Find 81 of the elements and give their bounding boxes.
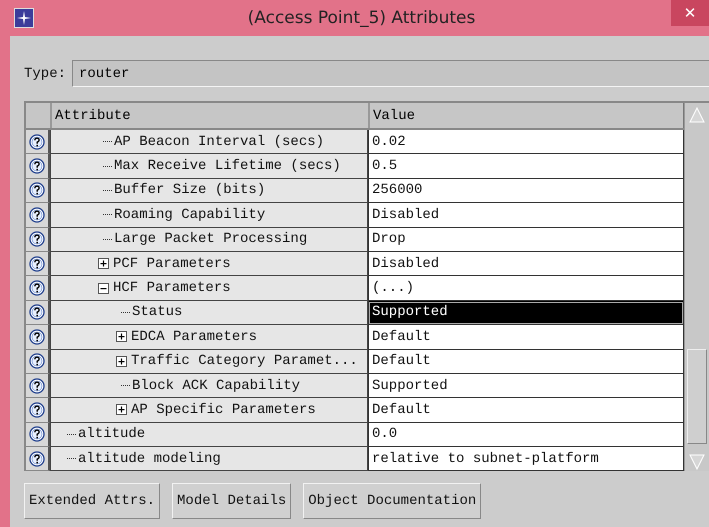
attribute-cell[interactable]: Large Packet Processing (50, 228, 368, 252)
help-icon[interactable] (29, 206, 45, 223)
attribute-cell[interactable]: AP Beacon Interval (secs) (50, 130, 368, 154)
expand-icon[interactable] (116, 404, 127, 416)
action-button[interactable]: Object Documentation (303, 483, 482, 520)
tree-line (103, 238, 112, 240)
help-icon[interactable] (29, 231, 45, 248)
attribute-cell[interactable]: AP Specific Parameters (50, 398, 368, 423)
help-icon[interactable] (29, 328, 45, 345)
tree-line (121, 385, 130, 386)
expand-icon[interactable] (116, 356, 127, 367)
help-icon[interactable] (29, 450, 45, 467)
tree-line (67, 458, 76, 460)
value-cell[interactable]: 0.02 (368, 130, 684, 154)
attribute-cell[interactable]: altitude (50, 422, 368, 448)
window-title: (Access Point_5) Attributes (246, 8, 476, 28)
expand-icon[interactable] (116, 331, 127, 342)
attribute-name: Roaming Capability (114, 206, 266, 223)
help-icon[interactable] (29, 378, 45, 394)
attribute-name: altitude modeling (78, 450, 221, 467)
help-icon[interactable] (29, 304, 45, 320)
attribute-name: Traffic Category Paramet... (131, 353, 358, 370)
action-button[interactable]: Extended Attrs. (24, 483, 160, 520)
attribute-cell[interactable]: Roaming Capability (50, 203, 368, 228)
attribute-cell[interactable]: Status (50, 300, 368, 326)
attribute-name: altitude (78, 426, 146, 442)
attribute-cell[interactable]: PCF Parameters (50, 252, 368, 276)
tree-line (103, 166, 112, 167)
value-cell[interactable]: Disabled (368, 252, 684, 276)
attribute-name: HCF Parameters (113, 280, 231, 296)
attribute-cell[interactable]: Block ACK Capability (50, 374, 368, 398)
value-cell[interactable]: Default (368, 350, 684, 374)
attribute-name: Status (132, 304, 182, 320)
help-icon[interactable] (29, 256, 45, 272)
help-icon[interactable] (29, 353, 45, 370)
attribute-cell[interactable]: HCF Parameters (50, 276, 368, 301)
value-cell[interactable]: Supported (368, 374, 684, 398)
tree-line (67, 434, 76, 435)
action-button[interactable]: Model Details (172, 483, 292, 520)
value-cell[interactable]: 0.5 (368, 154, 684, 179)
help-icon[interactable] (29, 426, 45, 442)
attribute-cell[interactable]: Max Receive Lifetime (secs) (50, 154, 368, 179)
type-field[interactable]: router (72, 60, 709, 87)
tree-line (103, 141, 112, 142)
attribute-name: Large Packet Processing (114, 231, 308, 248)
tree-line (103, 214, 112, 216)
attribute-cell[interactable]: Buffer Size (bits) (50, 178, 368, 204)
help-icon[interactable] (29, 134, 45, 150)
value-cell[interactable]: Supported (368, 300, 684, 326)
tree-line (103, 190, 112, 191)
attribute-name: Max Receive Lifetime (secs) (114, 158, 341, 174)
scrollbar-thumb[interactable] (687, 349, 707, 444)
attribute-name: EDCA Parameters (131, 328, 258, 345)
column-header: Attribute (52, 103, 370, 128)
expand-icon[interactable] (98, 258, 109, 270)
attribute-cell[interactable]: altitude modeling (50, 447, 368, 472)
tree-line (121, 312, 130, 313)
value-cell[interactable]: 256000 (368, 178, 684, 204)
value-cell[interactable]: 0.0 (368, 422, 684, 448)
collapse-icon[interactable] (98, 282, 109, 294)
star-icon (14, 8, 34, 28)
attribute-name: Block ACK Capability (132, 378, 300, 394)
attribute-cell[interactable]: Traffic Category Paramet... (50, 350, 368, 374)
value-cell[interactable]: (...) (368, 276, 684, 301)
attribute-name: Buffer Size (bits) (114, 182, 266, 198)
close-button[interactable]: ✕ (671, 0, 709, 26)
help-icon[interactable] (29, 182, 45, 198)
attribute-name: PCF Parameters (113, 256, 231, 272)
attribute-name: AP Specific Parameters (131, 402, 316, 418)
type-label: Type: (24, 66, 68, 82)
help-icon[interactable] (29, 280, 45, 296)
help-icon[interactable] (29, 158, 45, 174)
attribute-name: AP Beacon Interval (secs) (114, 134, 324, 150)
attribute-cell[interactable]: EDCA Parameters (50, 325, 368, 350)
value-cell[interactable]: Default (368, 398, 684, 423)
value-cell[interactable]: Disabled (368, 203, 684, 228)
help-icon[interactable] (29, 402, 45, 418)
value-cell[interactable]: Drop (368, 228, 684, 252)
value-cell[interactable]: Default (368, 325, 684, 350)
value-cell[interactable]: relative to subnet-platform (368, 447, 684, 472)
scrollbar[interactable] (684, 103, 709, 471)
